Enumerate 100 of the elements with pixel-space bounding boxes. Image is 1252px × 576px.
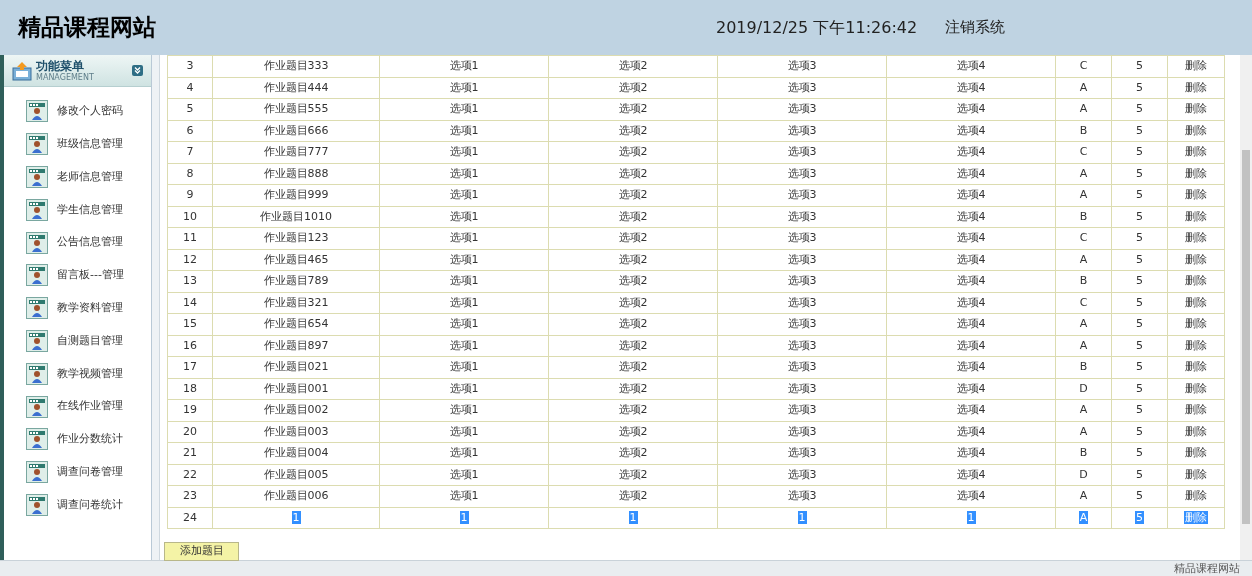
collapse-icon[interactable] [132,65,143,76]
table-cell: 1 [886,507,1056,529]
sidebar-item[interactable]: 教学视频管理 [4,357,151,391]
table-cell: 选项1 [379,335,549,357]
table-cell: 选项2 [548,98,718,120]
table-cell: 作业题目654 [212,313,380,335]
table-cell: 4 [167,77,213,99]
table-cell: C [1055,292,1112,314]
table-cell: 选项2 [548,55,718,77]
table-cell: 选项3 [717,313,887,335]
user-document-icon [26,133,48,156]
table-cell: 选项4 [886,485,1056,507]
sidebar-item[interactable]: 老师信息管理 [4,160,151,194]
table-cell: D [1055,378,1112,400]
datetime: 2019/12/25 下午11:26:42 [716,16,918,39]
table-cell: 选项3 [717,421,887,443]
sidebar-item[interactable]: 调查问卷管理 [4,455,151,489]
table-cell: 选项2 [548,464,718,486]
table-cell: 选项2 [548,270,718,292]
table-cell: 选项3 [717,378,887,400]
table-cell: 选项4 [886,227,1056,249]
table-cell: 1 [379,507,549,529]
user-document-icon [26,428,48,451]
table-cell: 选项1 [379,163,549,185]
table-cell: 选项3 [717,206,887,228]
table-cell: 作业题目789 [212,270,380,292]
table-cell: 选项1 [379,399,549,421]
table-cell: 17 [167,356,213,378]
splitter[interactable] [152,55,160,560]
table-cell: 选项3 [717,464,887,486]
table-cell: 选项3 [717,356,887,378]
table-cell: 选项2 [548,141,718,163]
table-cell: A [1055,249,1112,271]
user-document-icon [26,231,48,254]
table-cell: 5 [1111,141,1168,163]
table-cell: A [1055,399,1112,421]
table-cell: 选项1 [379,98,549,120]
sidebar-item[interactable]: 班级信息管理 [4,127,151,161]
table-cell: 5 [1111,335,1168,357]
table-cell: 选项3 [717,442,887,464]
table-cell: 作业题目999 [212,184,380,206]
scrollbar[interactable] [1240,55,1252,560]
table-cell: 选项2 [548,356,718,378]
table-cell: 18 [167,378,213,400]
table-cell: 选项1 [379,485,549,507]
table-cell: 选项4 [886,464,1056,486]
user-document-icon [26,166,48,188]
table-cell: 作业题目006 [212,485,380,507]
table-cell: 5 [1111,184,1168,206]
table-cell: 3 [167,55,213,77]
table-cell: 选项4 [886,270,1056,292]
table-cell: 作业题目005 [212,464,380,486]
table-cell: 选项4 [886,184,1056,206]
table-cell: 选项1 [379,184,549,206]
table-cell: 5 [1111,507,1168,529]
table-cell: 选项3 [717,485,887,507]
sidebar-item[interactable]: 自测题目管理 [4,324,151,358]
table-cell: A [1055,335,1112,357]
table-cell: A [1055,485,1112,507]
sidebar-item[interactable]: 作业分数统计 [4,422,151,456]
sidebar-item[interactable]: 教学资料管理 [4,291,151,325]
table-cell: C [1055,141,1112,163]
user-document-icon [26,329,48,352]
user-document-icon [26,395,48,418]
add-question-button[interactable]: 添加题目 [164,541,239,561]
user-document-icon [26,493,48,516]
table-cell: 选项3 [717,163,887,185]
sidebar-item[interactable]: 调查问卷统计 [4,488,151,522]
table-cell: 作业题目777 [212,141,380,163]
table-cell: 选项1 [379,442,549,464]
table-cell: 选项3 [717,77,887,99]
sidebar-item[interactable]: 修改个人密码 [4,95,151,128]
logout-link[interactable]: 注销系统 [945,16,1006,39]
table-cell: 选项4 [886,313,1056,335]
table-cell: 选项3 [717,249,887,271]
sidebar-item[interactable]: 在线作业管理 [4,390,151,423]
table-cell: 选项1 [379,120,549,142]
table-cell: B [1055,120,1112,142]
site-title: 精品课程网站 [18,13,156,43]
table-cell: 作业题目003 [212,421,380,443]
table-cell: B [1055,270,1112,292]
sidebar-item[interactable]: 公告信息管理 [4,226,151,259]
table-cell: 24 [167,507,213,529]
table-cell: 选项2 [548,77,718,99]
table-cell: 作业题目897 [212,335,380,357]
table-cell: 5 [1111,442,1168,464]
table-cell: 选项3 [717,184,887,206]
user-document-icon [26,264,48,287]
table-cell: 选项4 [886,98,1056,120]
table-cell: D [1055,464,1112,486]
table-cell: B [1055,356,1112,378]
table-cell: 选项4 [886,141,1056,163]
table-cell: 作业题目002 [212,399,380,421]
table-cell: 13 [167,270,213,292]
table-cell: 选项3 [717,292,887,314]
sidebar-item[interactable]: 留言板---管理 [4,259,151,292]
table-cell: 选项2 [548,421,718,443]
table-cell: 选项2 [548,249,718,271]
sidebar-item[interactable]: 学生信息管理 [4,193,151,227]
menu-title: 功能菜单 [36,59,85,73]
